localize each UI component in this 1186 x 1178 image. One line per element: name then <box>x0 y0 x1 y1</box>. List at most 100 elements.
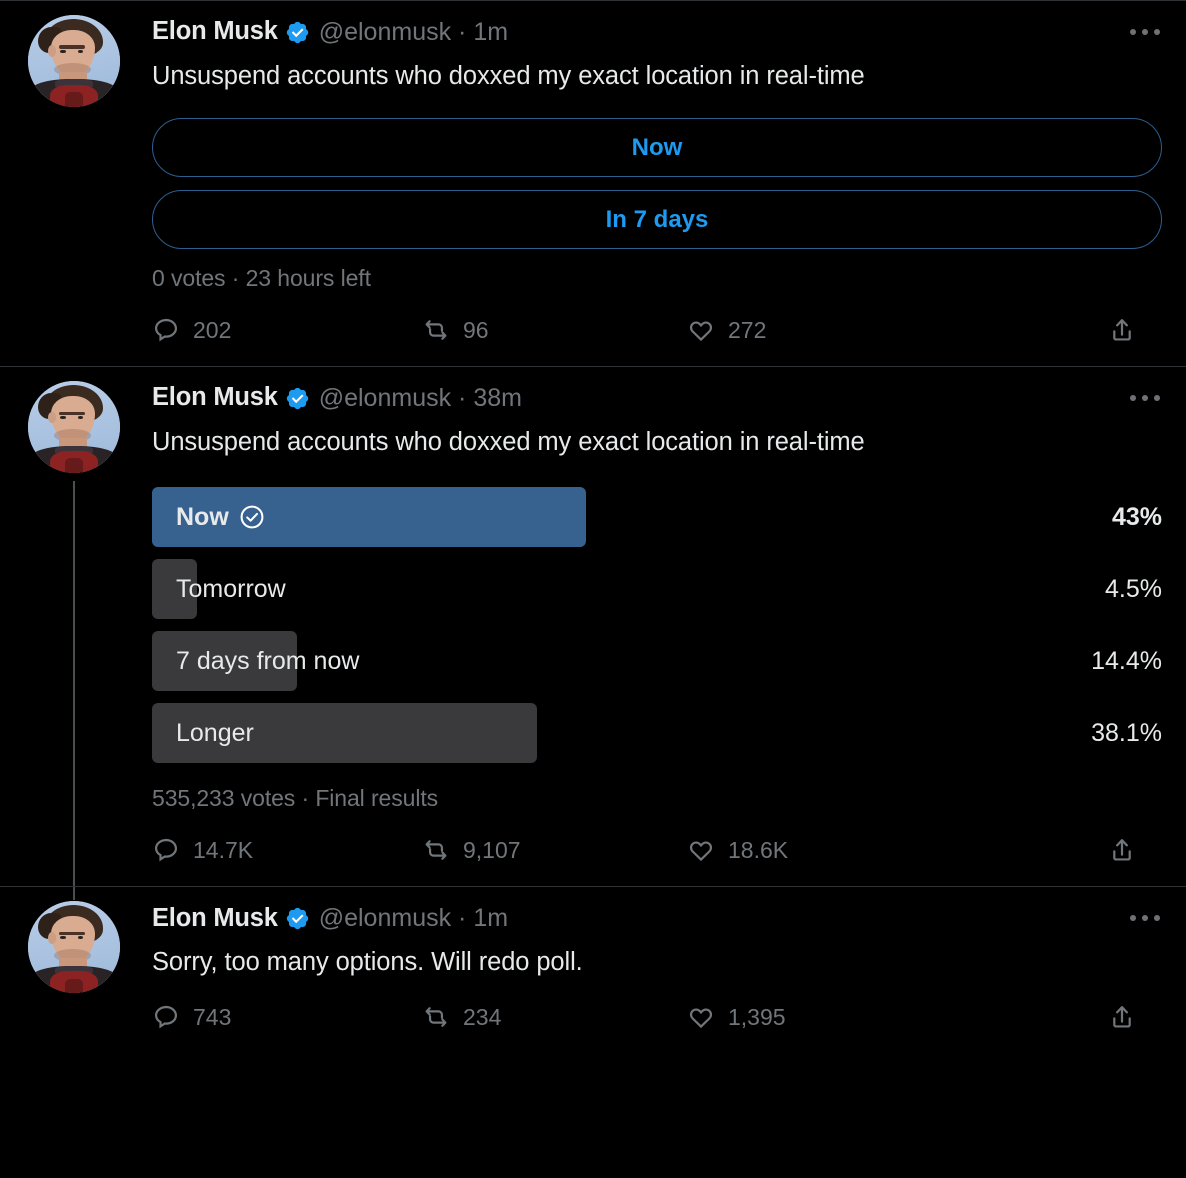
tweet-body-2: Elon Musk @elonmusk · 38m Unsuspend acco… <box>152 381 1164 886</box>
reply-count: 743 <box>193 1003 232 1030</box>
poll-option-label: Now <box>176 502 229 531</box>
poll-results-card: Now 43% Tomorrow 4.5% 7 days from now 14… <box>152 481 1164 812</box>
reply-icon <box>152 836 180 864</box>
poll-option-percent: 38.1% <box>1091 718 1162 747</box>
reply-button[interactable]: 14.7K <box>152 836 422 864</box>
author-handle-and-time[interactable]: @elonmusk · 1m <box>318 903 509 932</box>
like-heart-icon <box>687 1003 715 1031</box>
like-button[interactable]: 18.6K <box>687 836 962 864</box>
author-handle: @elonmusk <box>318 903 452 932</box>
more-options-icon[interactable] <box>1122 903 1168 933</box>
poll-bar-label-group: Longer <box>152 719 254 748</box>
author-display-name[interactable]: Elon Musk <box>152 905 278 932</box>
poll-bar-track: 7 days from now 14.4% <box>152 625 1162 697</box>
tweet-3[interactable]: Elon Musk @elonmusk · 1m Sorry, too many… <box>0 886 1186 1053</box>
poll-option-percent: 14.4% <box>1091 646 1162 675</box>
author-handle: @elonmusk <box>318 383 452 412</box>
verified-badge-icon <box>285 906 310 931</box>
share-button[interactable] <box>1108 316 1136 344</box>
poll-option-label: Tomorrow <box>176 574 286 603</box>
tweet-body-1: Elon Musk @elonmusk · 1m Unsuspend accou… <box>152 15 1164 366</box>
poll-meta: 0 votes · 23 hours left <box>152 265 371 292</box>
more-options-icon[interactable] <box>1122 17 1168 47</box>
avatar-column-2 <box>28 381 152 901</box>
retweet-button[interactable]: 96 <box>422 316 687 344</box>
retweet-button[interactable]: 234 <box>422 1003 687 1031</box>
tweet-2[interactable]: Elon Musk @elonmusk · 38m Unsuspend acco… <box>0 366 1186 901</box>
reply-count: 202 <box>193 316 232 343</box>
poll-result-row[interactable]: 7 days from now 14.4% <box>152 625 1164 697</box>
engagement-bar-2: 14.7K 9,107 18.6K <box>152 836 1162 886</box>
poll-result-row[interactable]: Longer 38.1% <box>152 697 1164 769</box>
reply-button[interactable]: 743 <box>152 1003 422 1031</box>
retweet-count: 96 <box>463 316 489 343</box>
reply-icon <box>152 316 180 344</box>
share-icon <box>1108 316 1136 344</box>
verified-badge-icon <box>285 386 310 411</box>
like-button[interactable]: 1,395 <box>687 1003 962 1031</box>
poll-option-percent: 43% <box>1111 502 1162 531</box>
author-display-name[interactable]: Elon Musk <box>152 385 278 411</box>
reply-button[interactable]: 202 <box>152 316 422 344</box>
engagement-bar-3: 743 234 1,395 <box>152 1003 1162 1053</box>
tweet-header-1: Elon Musk @elonmusk · 1m <box>152 15 1164 49</box>
share-button[interactable] <box>1108 1003 1136 1031</box>
poll-vote-card: Now In 7 days 0 votes · 23 hours left <box>152 118 1164 292</box>
poll-bar-label-group: 7 days from now <box>152 647 359 676</box>
reply-count: 14.7K <box>193 836 254 863</box>
tweet-text: Unsuspend accounts who doxxed my exact l… <box>152 428 865 457</box>
poll-bar-label-group: Now <box>152 503 265 532</box>
thread-connector-line <box>73 481 75 901</box>
poll-option-button-now[interactable]: Now <box>152 118 1162 178</box>
poll-bar-track: Now 43% <box>152 481 1162 553</box>
like-count: 18.6K <box>728 836 789 863</box>
avatar-column-3 <box>28 901 152 1053</box>
tweet-feed: Elon Musk @elonmusk · 1m Unsuspend accou… <box>0 0 1186 1053</box>
tweet-1[interactable]: Elon Musk @elonmusk · 1m Unsuspend accou… <box>0 1 1186 366</box>
poll-option-button-in-7-days[interactable]: In 7 days <box>152 190 1162 250</box>
tweet-timestamp: · 1m <box>458 903 509 932</box>
tweet-body-3: Elon Musk @elonmusk · 1m Sorry, too many… <box>152 901 1164 1053</box>
poll-option-label: 7 days from now <box>176 646 360 675</box>
author-handle: @elonmusk <box>318 17 452 46</box>
share-button[interactable] <box>1108 836 1136 864</box>
like-heart-icon <box>687 836 715 864</box>
retweet-icon <box>422 836 450 864</box>
avatar-column-1 <box>28 15 152 366</box>
poll-option-percent: 4.5% <box>1105 574 1162 603</box>
tweet-header-2: Elon Musk @elonmusk · 38m <box>152 381 1164 415</box>
tweet-text: Unsuspend accounts who doxxed my exact l… <box>152 62 865 90</box>
engagement-bar-1: 202 96 272 <box>152 316 1162 366</box>
like-count: 1,395 <box>728 1003 786 1030</box>
avatar[interactable] <box>28 901 120 994</box>
reply-icon <box>152 1003 180 1031</box>
check-circle-icon <box>239 504 265 530</box>
like-button[interactable]: 272 <box>687 316 962 344</box>
tweet-text: Sorry, too many options. Will redo poll. <box>152 948 583 977</box>
tweet-timestamp: · 1m <box>458 17 509 46</box>
author-handle-and-time[interactable]: @elonmusk · 38m <box>318 383 522 412</box>
like-count: 272 <box>728 316 767 343</box>
poll-bar-track: Longer 38.1% <box>152 697 1162 769</box>
poll-result-row[interactable]: Tomorrow 4.5% <box>152 553 1164 625</box>
share-icon <box>1108 836 1136 864</box>
poll-bar-track: Tomorrow 4.5% <box>152 553 1162 625</box>
verified-badge-icon <box>285 20 310 45</box>
avatar[interactable] <box>28 15 120 107</box>
author-display-name[interactable]: Elon Musk <box>152 19 278 45</box>
share-icon <box>1108 1003 1136 1031</box>
retweet-count: 9,107 <box>463 836 521 863</box>
author-handle-and-time[interactable]: @elonmusk · 1m <box>318 17 509 46</box>
more-options-icon[interactable] <box>1122 383 1168 413</box>
tweet-timestamp: · 38m <box>458 383 522 412</box>
poll-result-row[interactable]: Now 43% <box>152 481 1164 553</box>
like-heart-icon <box>687 316 715 344</box>
retweet-button[interactable]: 9,107 <box>422 836 687 864</box>
poll-meta: 535,233 votes · Final results <box>152 785 439 812</box>
retweet-icon <box>422 316 450 344</box>
retweet-count: 234 <box>463 1003 502 1030</box>
poll-option-label: Longer <box>176 718 254 747</box>
avatar[interactable] <box>28 381 120 474</box>
retweet-icon <box>422 1003 450 1031</box>
tweet-header-3: Elon Musk @elonmusk · 1m <box>152 901 1164 935</box>
